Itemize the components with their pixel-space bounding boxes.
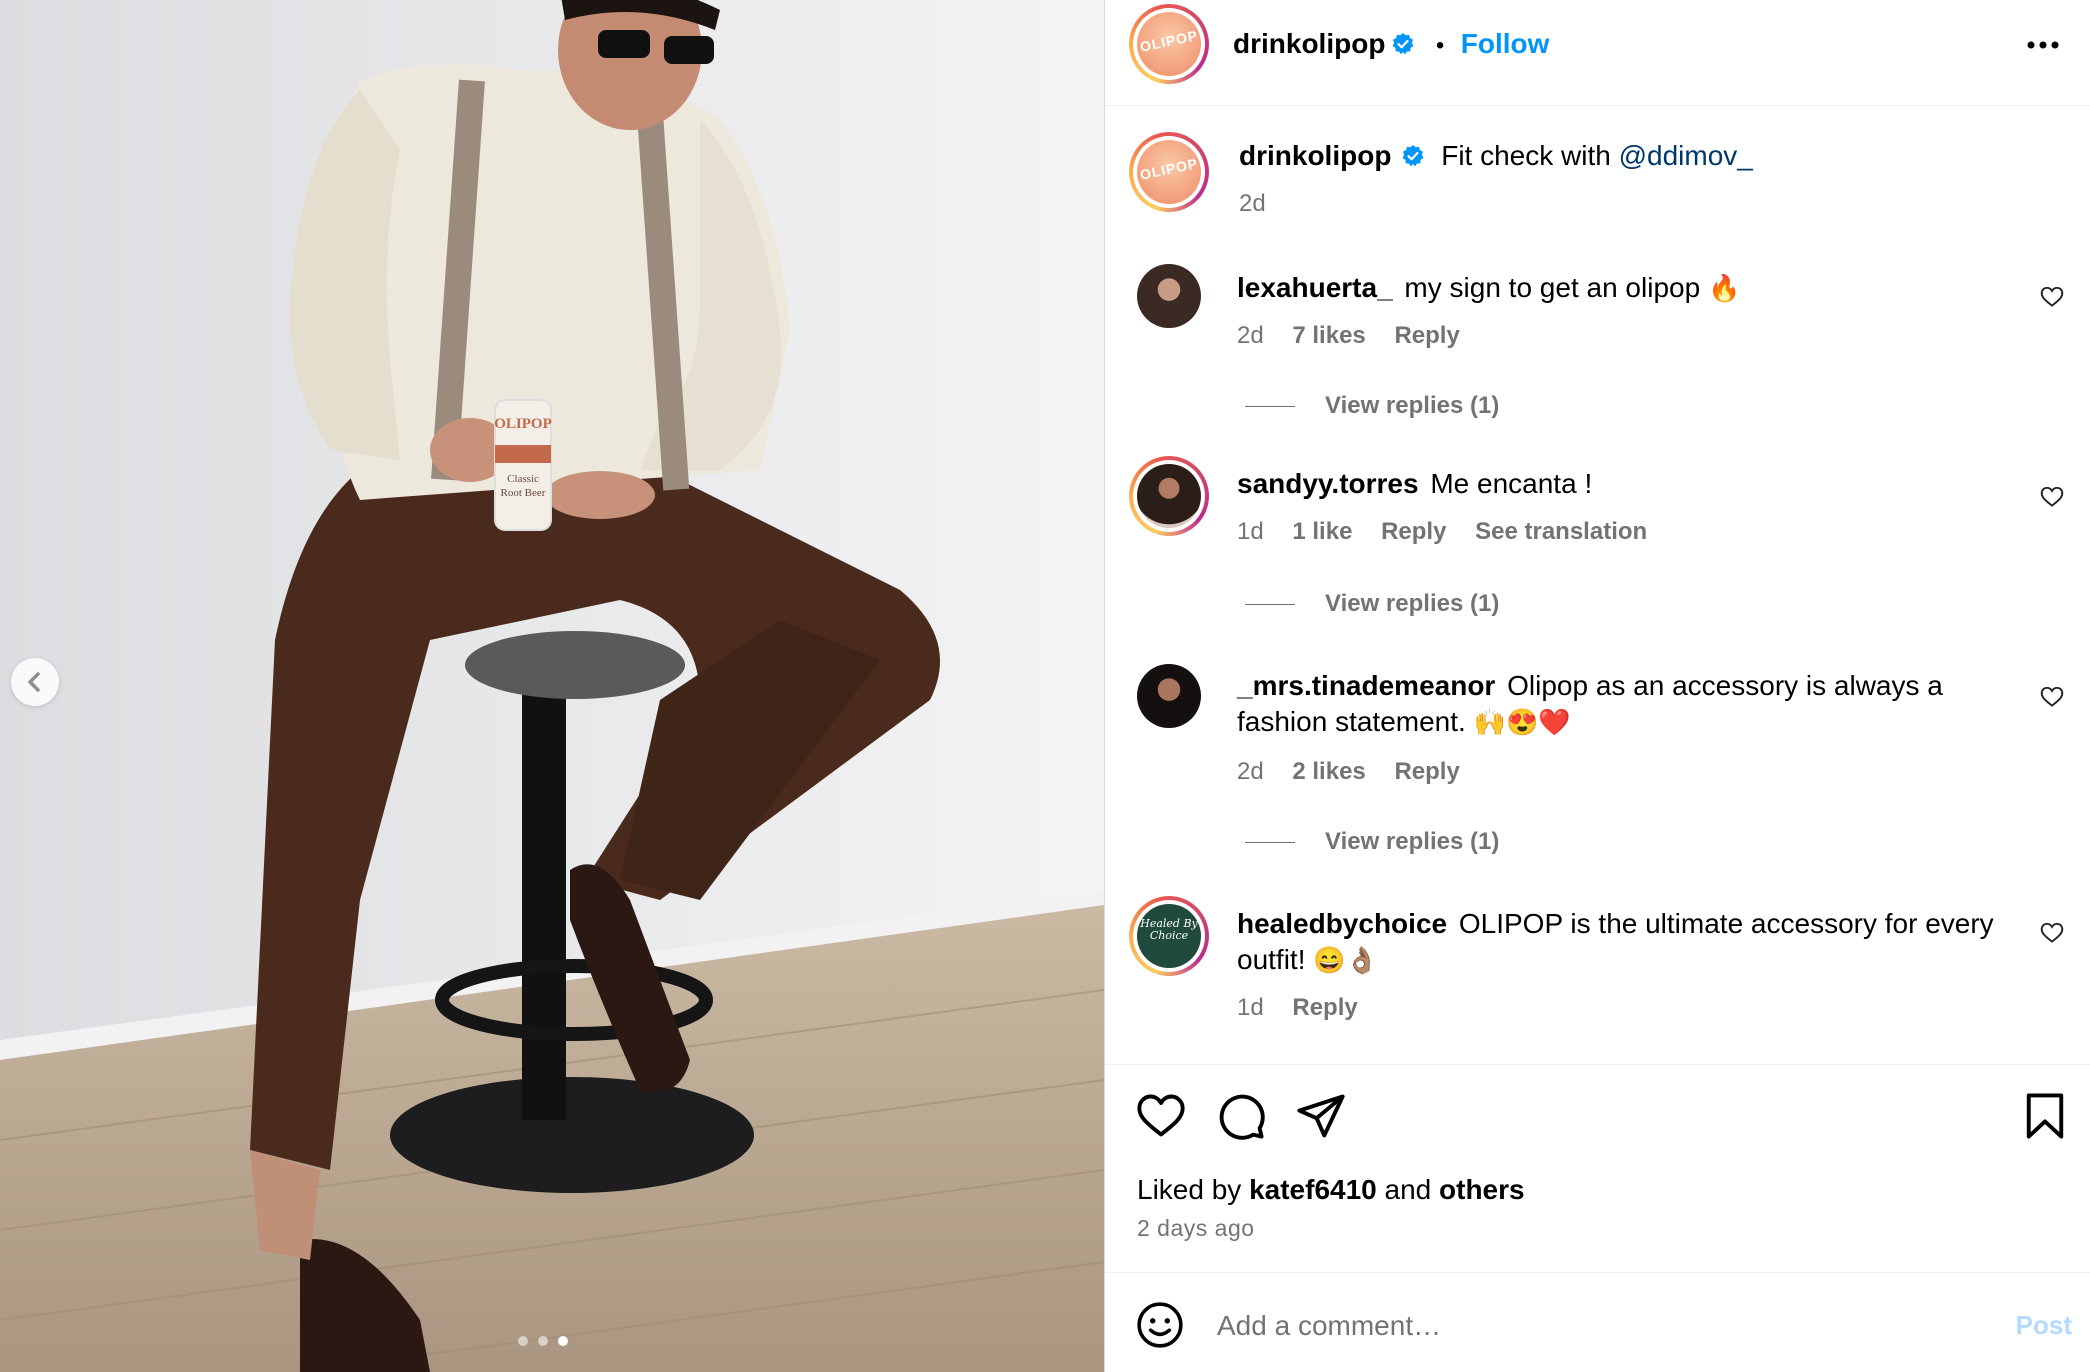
comment-time: 1d [1237,518,1264,545]
view-replies-label: View replies (1) [1325,828,1500,855]
see-translation-button[interactable]: See translation [1475,518,1647,545]
smiley-icon[interactable] [1135,1300,1185,1350]
avatar-logo-text: Healed By Choice [1140,917,1198,942]
comment-like-heart-icon[interactable] [2039,684,2065,710]
commenter-avatar[interactable] [1129,456,1209,536]
view-replies-button[interactable]: View replies (1) [1245,590,1499,618]
header-separator: • [1435,32,1445,59]
verified-badge-icon [1403,145,1424,167]
comment-reply-button[interactable]: Reply [1394,758,1459,785]
caption-avatar[interactable]: OLIPOP [1129,132,1209,212]
post-details-panel: OLIPOP drinkolipop • Follow OLIPOP drink… [1104,0,2090,1372]
view-replies-label: View replies (1) [1325,590,1500,617]
carousel-prev-button[interactable] [11,658,59,706]
post-photo[interactable]: OLIPOP Classic Root Beer [0,0,1104,1372]
add-comment-input[interactable] [1217,1304,1977,1348]
carousel-dot [518,1336,528,1346]
chevron-left-icon [28,672,40,692]
follow-button[interactable]: Follow [1461,28,1550,59]
more-horizontal-icon[interactable] [2023,30,2063,60]
comment-like-heart-icon[interactable] [2039,284,2065,310]
view-replies-label: View replies (1) [1325,392,1500,419]
commenter-avatar[interactable] [1137,664,1201,728]
view-replies-button[interactable]: View replies (1) [1245,828,1499,856]
avatar-logo-text: OLIPOP [1138,27,1200,55]
comment-likes[interactable]: 1 like [1292,518,1352,545]
send-icon[interactable] [1295,1090,1347,1142]
comment-like-heart-icon[interactable] [2039,920,2065,946]
comment-time: 2d [1237,758,1264,785]
post-comment-button[interactable]: Post [2016,1310,2072,1341]
comment-username[interactable]: sandyy.torres [1237,468,1419,499]
commenter-avatar[interactable] [1137,264,1201,328]
carousel-indicator [518,1334,578,1348]
avatar-logo-text: OLIPOP [1138,155,1200,183]
comment-emoji: 🙌😍❤️ [1473,707,1571,737]
post-timestamp[interactable]: 2 days ago [1137,1215,1255,1242]
comment-username[interactable]: healedbychoice [1237,908,1447,939]
can-flavor-text: Classic [507,473,539,485]
comment-like-heart-icon[interactable] [2039,484,2065,510]
caption-text: Fit check with [1441,140,1611,171]
likes-user-link[interactable]: katef6410 [1249,1174,1377,1205]
comment-text: my sign to get an olipop [1404,272,1701,303]
likes-and: and [1384,1174,1432,1205]
post-image-scene: OLIPOP Classic Root Beer [0,0,1104,1372]
comment-likes[interactable]: 2 likes [1292,758,1365,785]
likes-prefix: Liked by [1137,1174,1242,1205]
heart-icon[interactable] [1135,1090,1187,1142]
comment-emoji: 😄👌🏽 [1313,945,1379,975]
carousel-dot-active [558,1336,568,1346]
comment-username[interactable]: lexahuerta_ [1237,272,1393,303]
comment-time: 1d [1237,994,1264,1021]
bookmark-icon[interactable] [2019,1090,2071,1142]
comment-icon[interactable] [1215,1090,1267,1142]
comment-likes[interactable]: 7 likes [1292,322,1365,349]
can-brand-text: OLIPOP [494,416,552,432]
likes-summary: Liked by katef6410 and others [1137,1174,1525,1206]
caption-mention-link[interactable]: @ddimov_ [1619,140,1753,171]
verified-badge-icon [1393,33,1414,55]
comment-text: Me encanta ! [1430,468,1593,499]
caption-time: 2d [1239,190,1266,217]
author-username[interactable]: drinkolipop [1233,28,1385,59]
likes-others-link[interactable]: others [1439,1174,1525,1205]
view-replies-button[interactable]: View replies (1) [1245,392,1499,420]
post-header: OLIPOP drinkolipop • Follow [1105,0,2090,106]
carousel-dot [538,1336,548,1346]
comment-reply-button[interactable]: Reply [1381,518,1446,545]
comment-reply-button[interactable]: Reply [1394,322,1459,349]
comment-time: 2d [1237,322,1264,349]
commenter-avatar[interactable]: Healed By Choice [1129,896,1209,976]
actions-divider [1105,1064,2090,1065]
comment-reply-button[interactable]: Reply [1292,994,1357,1021]
author-avatar[interactable]: OLIPOP [1129,4,1209,84]
comment-emoji: 🔥 [1707,273,1741,303]
caption-username[interactable]: drinkolipop [1239,140,1391,171]
can-flavor-text-2: Root Beer [501,487,546,499]
comment-box-divider [1105,1272,2090,1273]
comment-username[interactable]: _mrs.tinademeanor [1237,670,1495,701]
